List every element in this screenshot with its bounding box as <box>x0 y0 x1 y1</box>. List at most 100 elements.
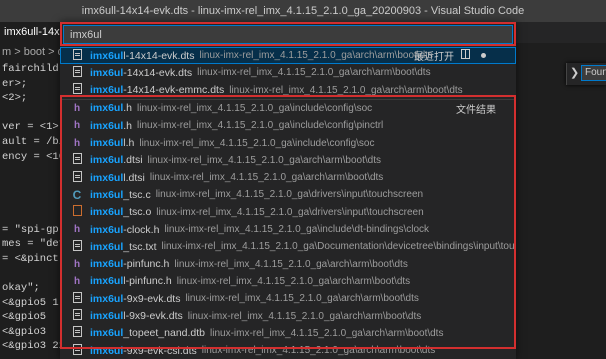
file-name: imx6ul_tsc.txt <box>90 241 157 253</box>
file-icon <box>70 153 84 167</box>
quick-open-item[interactable]: h imx6ull.h linux-imx-rel_imx_4.1.15_2.1.0… <box>60 135 516 152</box>
h-icon: h <box>73 275 81 287</box>
chevron-right-icon[interactable]: ❯ <box>570 66 579 79</box>
file-name: imx6ull-14x14-evk.dts <box>90 50 194 62</box>
file-name-rest: l-14x14-evk.dts <box>123 49 195 62</box>
file-name-rest: l.dtsi <box>123 171 145 184</box>
match-highlight: imx6ul <box>90 275 124 288</box>
h-icon: h <box>73 224 81 235</box>
quick-open-item[interactable]: imx6ul_tsc.o linux-imx-rel_imx_4.1.15_2.1… <box>60 204 516 221</box>
match-highlight: imx6ul <box>90 119 124 132</box>
file-path: linux-imx-rel_imx_4.1.15_2.1.0_ga\includ… <box>137 102 373 114</box>
recent-label: 最近打开 <box>414 52 454 63</box>
match-highlight: imx6ul <box>90 206 124 219</box>
file-path: linux-imx-rel_imx_4.1.15_2.1.0_ga\arch\a… <box>210 327 444 339</box>
file-icon <box>70 291 84 306</box>
file-name: imx6ul.h <box>90 102 132 114</box>
split-editor-icon[interactable] <box>461 49 470 59</box>
quick-open-item[interactable]: imx6ull-14x14-evk.dts linux-imx-rel_imx_4… <box>60 47 516 64</box>
file-name-rest: .dtsi <box>123 154 143 167</box>
file-path: linux-imx-rel_imx_4.1.15_2.1.0_ga\arch\a… <box>174 258 408 270</box>
quick-open-item[interactable]: h imx6ul.h linux-imx-rel_imx_4.1.15_2.1.0_… <box>60 100 516 117</box>
find-input[interactable]: Foun <box>581 65 606 81</box>
quick-open-item[interactable]: imx6ul_tsc.txt linux-imx-rel_imx_4.1.15_2… <box>60 238 516 255</box>
quick-open-item[interactable]: imx6ul-9x9-evk.dts linux-imx-rel_imx_4.1.… <box>60 290 516 307</box>
file-path: linux-imx-rel_imx_4.1.15_2.1.0_ga\arch\a… <box>199 50 433 61</box>
file-name: imx6ul_tsc.c <box>90 189 151 201</box>
file-name-rest: -9x9-evk.dts <box>123 292 181 305</box>
file-path: linux-imx-rel_imx_4.1.15_2.1.0_ga\driver… <box>156 206 424 218</box>
quick-open-item[interactable]: imx6ul-14x14-evk.dts linux-imx-rel_imx_4.… <box>60 64 516 81</box>
file-name-rest: .h <box>123 102 133 115</box>
window-title: imx6ull-14x14-evk.dts - linux-imx-rel_im… <box>81 5 525 17</box>
file-path: linux-imx-rel_imx_4.1.15_2.1.0_ga\Docume… <box>161 241 516 253</box>
file-path: linux-imx-rel_imx_4.1.15_2.1.0_ga\arch\a… <box>149 172 384 184</box>
file-name: imx6ul-pinfunc.h <box>90 258 169 270</box>
file-name: imx6ul-14x14-evk-emmc.dts <box>90 84 224 96</box>
find-widget[interactable]: ❯ Foun <box>566 63 606 85</box>
code-line: <&gpio5 <box>2 311 47 324</box>
file-name-rest: -14x14-evk-emmc.dts <box>123 84 225 97</box>
file-results-label: 文件结果 <box>456 104 496 116</box>
tab-active-file[interactable]: imx6ull-14x1 <box>0 22 62 43</box>
code-line: er>; <box>2 77 28 90</box>
quick-open-item[interactable]: imx6ull-9x9-evk.dts linux-imx-rel_imx_4.1… <box>60 308 516 325</box>
file-name: imx6ul-14x14-evk.dts <box>90 67 192 79</box>
code-line: ver = <1>; <box>2 121 66 134</box>
file-path: linux-imx-rel_imx_4.1.15_2.1.0_ga\driver… <box>155 189 424 201</box>
file-name: imx6ull-pinfunc.h <box>90 275 172 287</box>
file-name: imx6ul-9x9-evk.dts <box>90 293 180 305</box>
h-icon: h <box>73 137 81 149</box>
match-highlight: imx6ul <box>90 292 124 305</box>
file-icon <box>70 326 84 340</box>
quick-open-input[interactable] <box>63 25 513 44</box>
file-name: imx6ul.dtsi <box>90 154 143 166</box>
h-icon: h <box>73 120 81 132</box>
quick-open-item[interactable]: imx6ul_topeet_nand.dtb linux-imx-rel_imx_… <box>60 325 516 342</box>
match-highlight: imx6ul <box>90 240 124 253</box>
file-icon <box>70 48 84 63</box>
file-path: linux-imx-rel_imx_4.1.15_2.1.0_ga\arch\a… <box>185 293 419 305</box>
file-name-rest: -14x14-evk.dts <box>123 66 193 79</box>
file-icon <box>70 170 84 185</box>
file-name: imx6ull-9x9-evk.dts <box>90 310 183 322</box>
file-name-rest: l.h <box>123 137 135 149</box>
c-icon: C <box>72 187 82 202</box>
file-icon <box>70 309 84 323</box>
code-line: fairchild, <box>2 63 66 75</box>
file-path: linux-imx-rel_imx_4.1.15_2.1.0_ga\includ… <box>139 137 375 149</box>
code-line: <&gpio5 1 <box>2 296 59 309</box>
quick-open-item[interactable]: Cimx6ul_tsc.c linux-imx-rel_imx_4.1.15_2.… <box>60 186 516 203</box>
file-name: imx6ul_tsc.o <box>90 206 151 218</box>
match-highlight: imx6ul <box>90 66 124 79</box>
file-name-rest: _tsc.o <box>123 206 152 219</box>
file-path: linux-imx-rel_imx_4.1.15_2.1.0_ga\includ… <box>137 120 384 132</box>
quick-open-item[interactable]: imx6ull.dtsi linux-imx-rel_imx_4.1.15_2.1… <box>60 169 516 186</box>
file-path: linux-imx-rel_imx_4.1.15_2.1.0_ga\arch\a… <box>201 345 436 357</box>
code-line: = <&pinctr <box>2 252 66 265</box>
match-highlight: imx6ul <box>90 310 124 322</box>
quick-open-item[interactable]: h imx6ull-pinfunc.h linux-imx-rel_imx_4.1.… <box>60 273 516 290</box>
match-highlight: imx6ul <box>90 102 124 115</box>
file-name-rest: -clock.h <box>123 223 160 236</box>
file-name-rest: _topeet_nand.dtb <box>123 327 206 340</box>
match-highlight: imx6ul <box>90 188 124 201</box>
remove-recent-icon[interactable] <box>481 53 486 58</box>
quick-open-item[interactable]: h imx6ul.h linux-imx-rel_imx_4.1.15_2.1.0_… <box>60 117 516 134</box>
file-icon <box>70 343 84 358</box>
window-title-bar: imx6ull-14x14-evk.dts - linux-imx-rel_im… <box>0 0 606 22</box>
file-name: imx6ull.h <box>90 137 134 149</box>
quick-open-item[interactable]: imx6ul-9x9-evk-csi.dts linux-imx-rel_imx_… <box>60 342 516 359</box>
h-icon: h <box>73 102 81 114</box>
o-icon <box>70 205 84 219</box>
match-highlight: imx6ul <box>90 84 124 97</box>
quick-open-item[interactable]: h imx6ul-clock.h linux-imx-rel_imx_4.1.15_… <box>60 221 516 238</box>
code-line: = "spi-gp <box>2 223 59 236</box>
quick-open-item[interactable]: imx6ul.dtsi linux-imx-rel_imx_4.1.15_2.1.… <box>60 152 516 169</box>
quick-open-item[interactable]: imx6ul-14x14-evk-emmc.dts linux-imx-rel_i… <box>60 82 516 99</box>
match-highlight: imx6ul <box>90 154 124 167</box>
match-highlight: imx6ul <box>90 258 124 271</box>
file-icon <box>70 239 84 254</box>
quick-open-item[interactable]: h imx6ul-pinfunc.h linux-imx-rel_imx_4.1.1… <box>60 256 516 273</box>
code-line: mes = "def <box>2 238 66 251</box>
